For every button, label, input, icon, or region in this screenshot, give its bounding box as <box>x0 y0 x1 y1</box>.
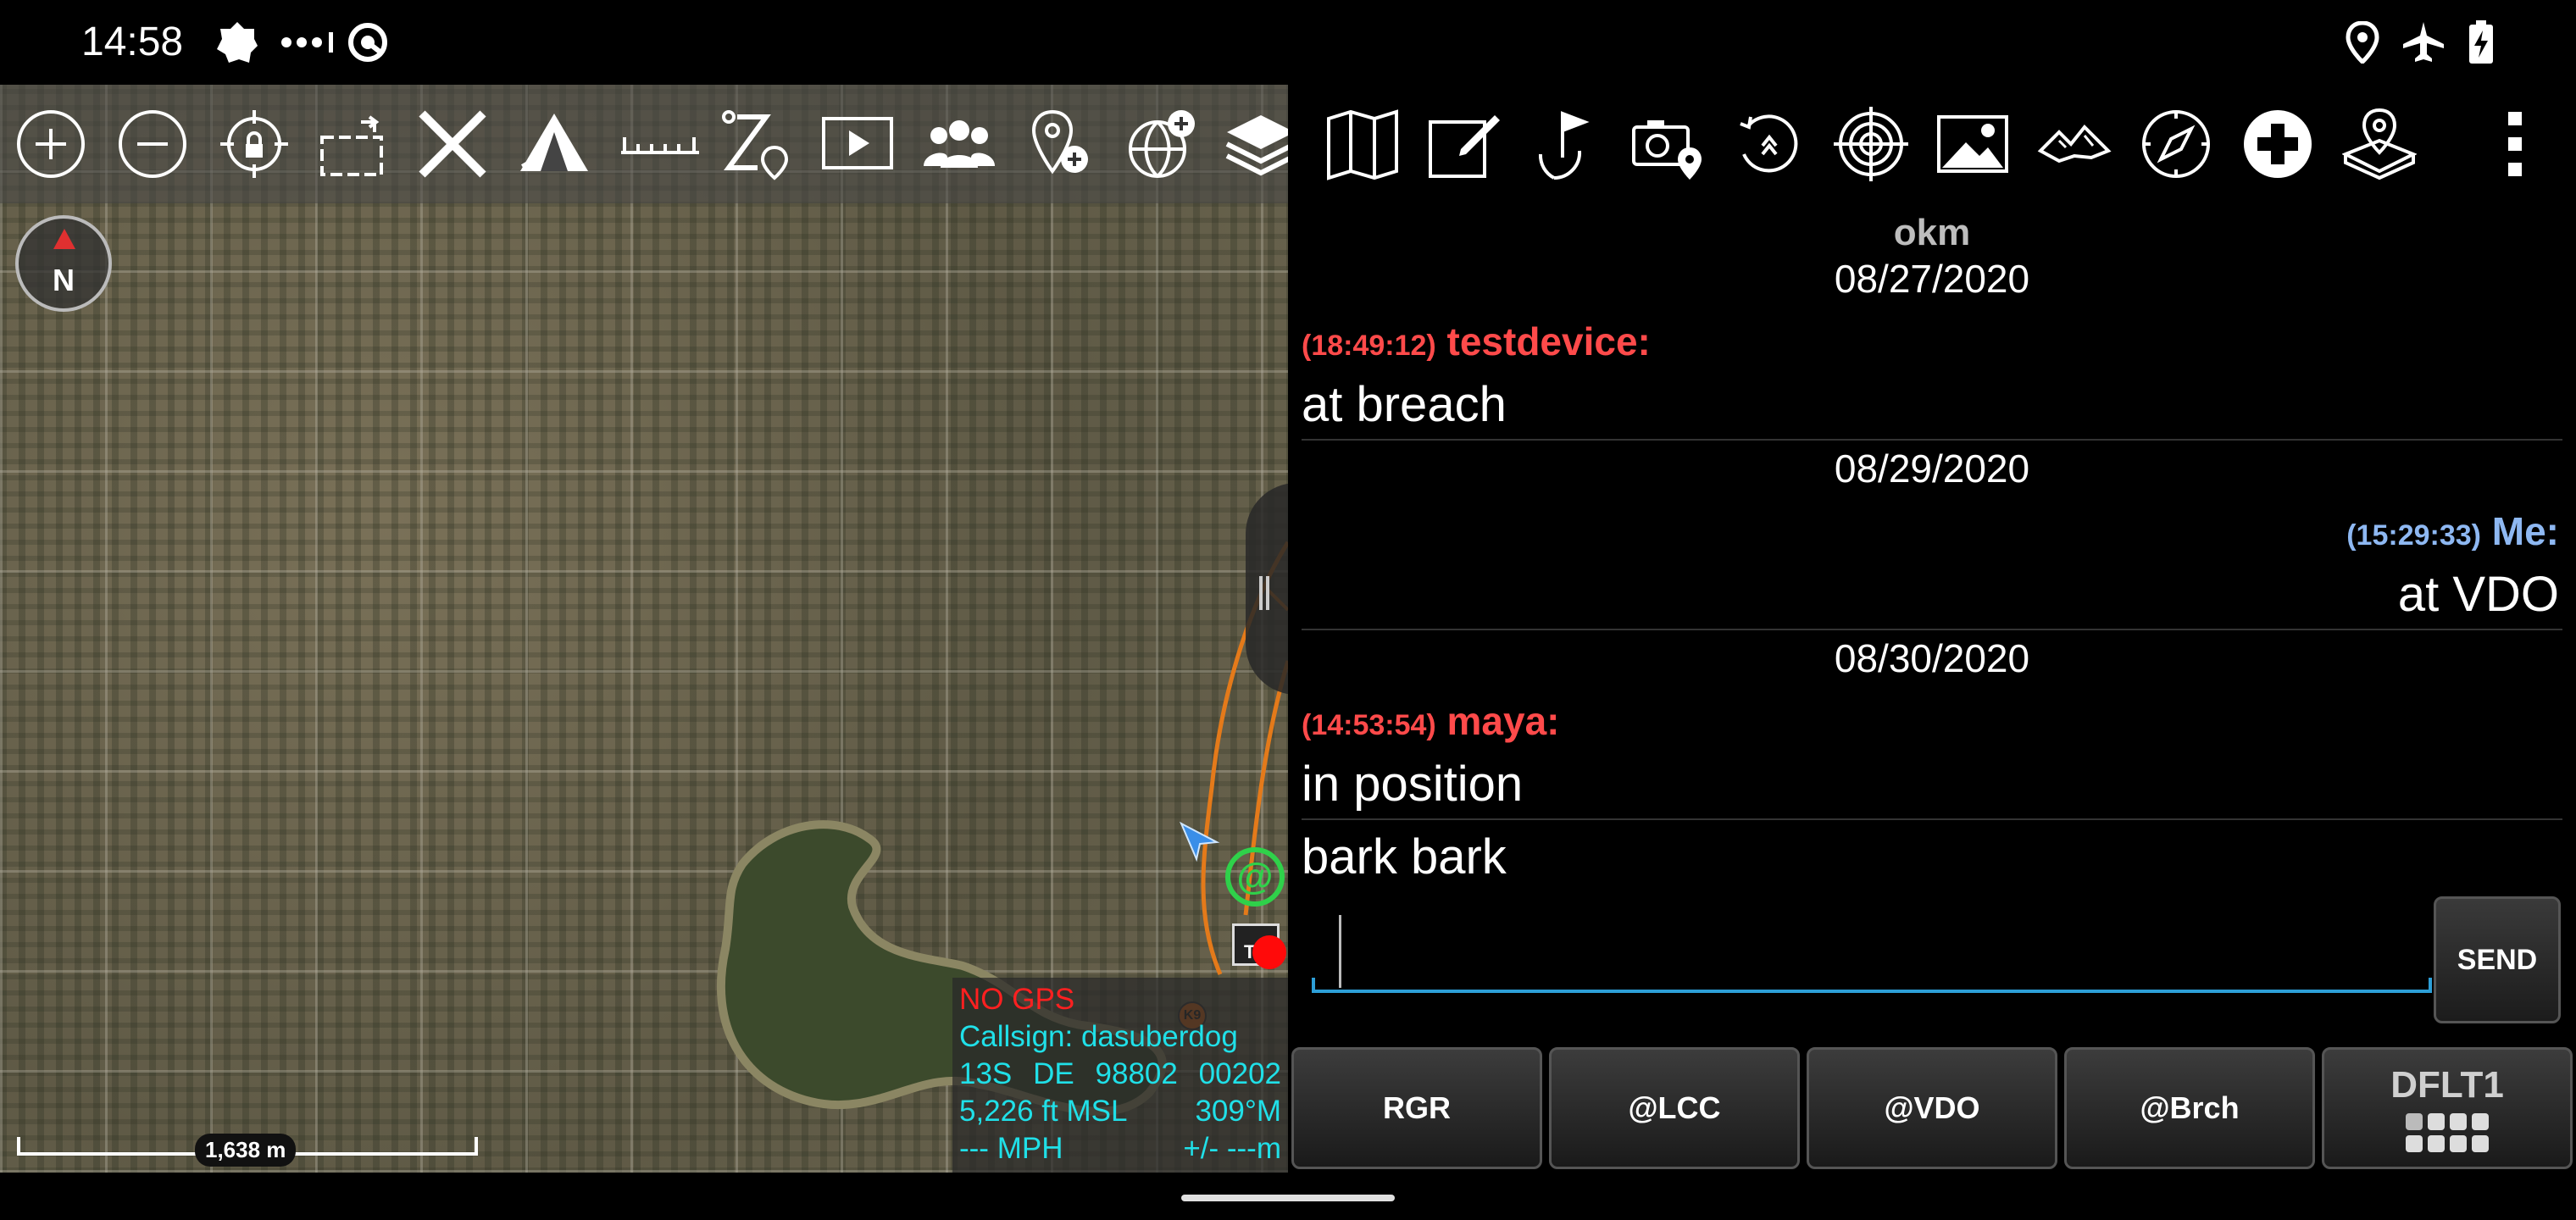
alert-dot-icon <box>1252 935 1286 969</box>
gps-status: NO GPS <box>959 983 1075 1016</box>
elevation-heading-row: 5,226 ft MSL 309°M <box>959 1093 1281 1130</box>
quick-reply-lcc[interactable]: @LCC <box>1549 1047 1800 1169</box>
rotate-icon[interactable] <box>315 103 397 185</box>
preset-label: DFLT1 <box>2390 1064 2504 1106</box>
airplane-mode-icon <box>2400 20 2447 64</box>
message-input-wrapper <box>1312 898 2432 998</box>
add-overlay-icon[interactable] <box>1120 103 1202 185</box>
status-clock: 14:58 <box>81 19 184 64</box>
chat-panel: okm 08/27/2020 (18:49:12) testdevice: at… <box>1288 85 2576 1173</box>
compass-button[interactable]: N <box>15 215 112 312</box>
crosshair-target-icon[interactable] <box>1830 103 1912 185</box>
text-cursor <box>1339 915 1341 988</box>
location-info-panel[interactable]: NO GPS Callsign: dasuberdog 13S DE 98802… <box>952 978 1288 1173</box>
preset-grid-icon <box>2406 1113 2489 1152</box>
add-point-icon[interactable] <box>1020 103 1102 185</box>
zoom-out-icon[interactable] <box>112 103 193 185</box>
compass-rose-icon[interactable] <box>2135 103 2217 185</box>
message-text: at breach <box>1302 377 1507 432</box>
speed-accuracy-row: --- MPH +/- ---m <box>959 1130 1281 1167</box>
quick-reply-vdo[interactable]: @VDO <box>1807 1047 2057 1169</box>
northing: 00202 <box>1198 1057 1281 1090</box>
more-dots-icon <box>280 20 339 64</box>
date-separator: 08/29/2020 <box>1834 446 2030 491</box>
easting: 98802 <box>1095 1057 1178 1090</box>
close-x-icon[interactable] <box>412 103 493 185</box>
message-input[interactable] <box>1335 898 2395 991</box>
north-arrow-icon <box>53 229 75 249</box>
date-separator: 08/27/2020 <box>1834 257 2030 301</box>
message-text: at VDO <box>2397 567 2559 622</box>
location-drop-icon[interactable] <box>2339 103 2420 185</box>
elevation: 5,226 ft MSL <box>959 1095 1128 1128</box>
speed: --- MPH <box>959 1132 1063 1165</box>
message-time: (15:29:33) <box>2346 519 2481 552</box>
message-sender: Me: <box>2491 509 2559 553</box>
status-bar: 14:58 <box>0 0 2576 85</box>
history-icon[interactable] <box>1729 103 1810 185</box>
chat-title: okm <box>1893 212 1971 253</box>
preset-selector-button[interactable]: DFLT1 <box>2322 1047 2573 1169</box>
heading: 309°M <box>1195 1095 1281 1128</box>
message-divider <box>1302 818 2562 820</box>
message-sender: testdevice: <box>1446 319 1651 363</box>
message-sender: maya: <box>1446 699 1560 743</box>
lock-location-icon[interactable] <box>214 103 295 185</box>
terrain-icon[interactable] <box>2034 103 2115 185</box>
message-header: (14:53:54) maya: <box>1302 698 1560 744</box>
medical-cross-icon[interactable] <box>2237 103 2318 185</box>
self-position-arrow-icon[interactable] <box>1178 820 1220 867</box>
image-icon[interactable] <box>1932 103 2013 185</box>
message-text: bark bark <box>1302 829 1507 884</box>
layers-icon[interactable] <box>1220 103 1288 185</box>
right-toolbar <box>1288 85 2576 203</box>
battery-charging-icon <box>2466 20 2496 64</box>
camera-location-icon[interactable] <box>1627 103 1708 185</box>
scale-label: 1,638 m <box>195 1134 297 1167</box>
drawer-handle[interactable] <box>1246 483 1288 695</box>
zoom-in-icon[interactable] <box>10 103 92 185</box>
flag-nav-icon[interactable] <box>1525 103 1607 185</box>
settings-gear-icon <box>212 20 263 64</box>
message-divider <box>1302 629 2562 630</box>
quick-reply-rgr[interactable]: RGR <box>1291 1047 1542 1169</box>
map-view[interactable]: @ TE K9 <box>0 85 1288 1173</box>
location-icon <box>2342 20 2383 64</box>
route-icon[interactable] <box>717 103 798 185</box>
video-player-icon[interactable] <box>817 103 898 185</box>
edit-note-icon[interactable] <box>1424 103 1505 185</box>
ruler-icon[interactable] <box>613 103 707 185</box>
date-separator: 08/30/2020 <box>1834 636 2030 680</box>
accuracy: +/- ---m <box>1183 1132 1281 1165</box>
tent-icon[interactable] <box>514 103 595 185</box>
message-time: (18:49:12) <box>1302 330 1436 362</box>
compass-label: N <box>53 263 75 297</box>
grid-zone: 13S <box>959 1057 1013 1090</box>
message-header: (15:29:33) Me: <box>2346 508 2559 554</box>
navigation-bar <box>0 1173 2576 1220</box>
message-time: (14:53:54) <box>1302 709 1436 741</box>
chat-marker-icon[interactable]: @ <box>1225 847 1285 907</box>
grid-square: DE <box>1033 1057 1074 1090</box>
message-text: in position <box>1302 757 1524 812</box>
message-header: (18:49:12) testdevice: <box>1302 319 1651 364</box>
callsign: Callsign: dasuberdog <box>959 1020 1238 1053</box>
sync-icon <box>346 20 390 64</box>
scale-bar: 1,638 m <box>17 1127 478 1169</box>
contacts-icon[interactable] <box>919 103 1000 185</box>
map-folded-icon[interactable] <box>1322 103 1403 185</box>
overflow-menu-icon[interactable] <box>2474 103 2556 185</box>
home-gesture-pill[interactable] <box>1181 1195 1395 1201</box>
quick-reply-brch[interactable]: @Brch <box>2064 1047 2315 1169</box>
map-toolbar <box>0 85 1288 203</box>
message-divider <box>1302 439 2562 441</box>
mgrs-coordinates: 13S DE 98802 00202 <box>959 1056 1281 1093</box>
send-button[interactable]: SEND <box>2434 896 2561 1023</box>
